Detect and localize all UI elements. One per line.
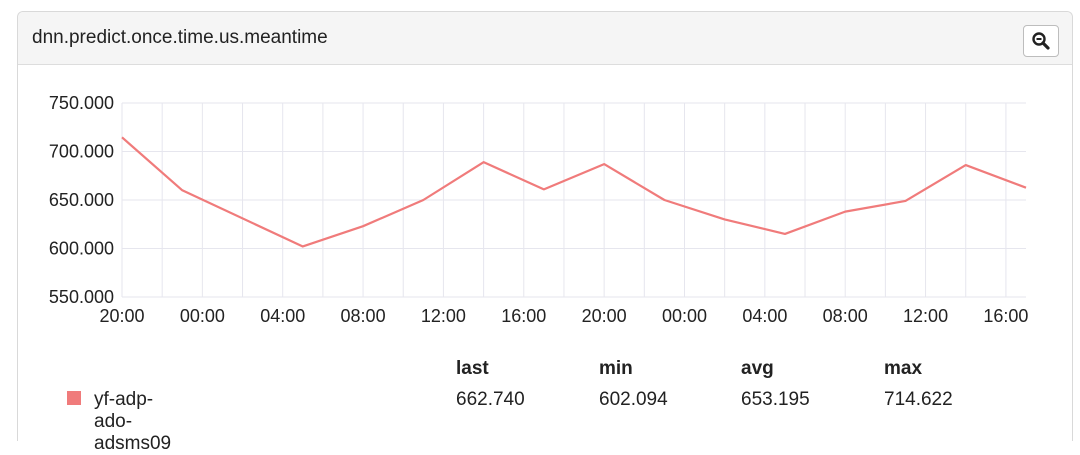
line-chart: 550.000 600.000 650.000 700.000 750.000 20:00…	[0, 0, 1080, 340]
x-tick-label: 12:00	[903, 306, 948, 326]
x-tick-label: 08:00	[823, 306, 868, 326]
y-tick-label: 700.000	[49, 142, 114, 162]
legend-header-avg: avg	[741, 358, 774, 380]
x-tick-label: 00:00	[662, 306, 707, 326]
legend-value-min: 602.094	[599, 389, 668, 411]
legend-header-min: min	[599, 358, 633, 380]
x-tick-label: 20:00	[99, 306, 144, 326]
legend-value-avg: 653.195	[741, 389, 810, 411]
y-tick-label: 650.000	[49, 190, 114, 210]
x-tick-label: 16:00	[501, 306, 546, 326]
x-tick-label: 04:00	[260, 306, 305, 326]
y-tick-label: 750.000	[49, 93, 114, 113]
x-tick-label: 08:00	[341, 306, 386, 326]
x-tick-label: 12:00	[421, 306, 466, 326]
legend-header-last: last	[456, 358, 489, 380]
x-tick-label: 16:00	[983, 306, 1028, 326]
legend-header-max: max	[884, 358, 922, 380]
legend-series-name[interactable]: yf-adp-ado-adsms09	[94, 389, 171, 455]
legend-value-max: 714.622	[884, 389, 953, 411]
legend-value-last: 662.740	[456, 389, 525, 411]
series-line	[122, 137, 1026, 246]
x-tick-label: 20:00	[582, 306, 627, 326]
x-tick-label: 00:00	[180, 306, 225, 326]
x-tick-label: 04:00	[742, 306, 787, 326]
series-color-swatch[interactable]	[67, 391, 81, 405]
y-tick-label: 550.000	[49, 287, 114, 307]
y-tick-label: 600.000	[49, 239, 114, 259]
